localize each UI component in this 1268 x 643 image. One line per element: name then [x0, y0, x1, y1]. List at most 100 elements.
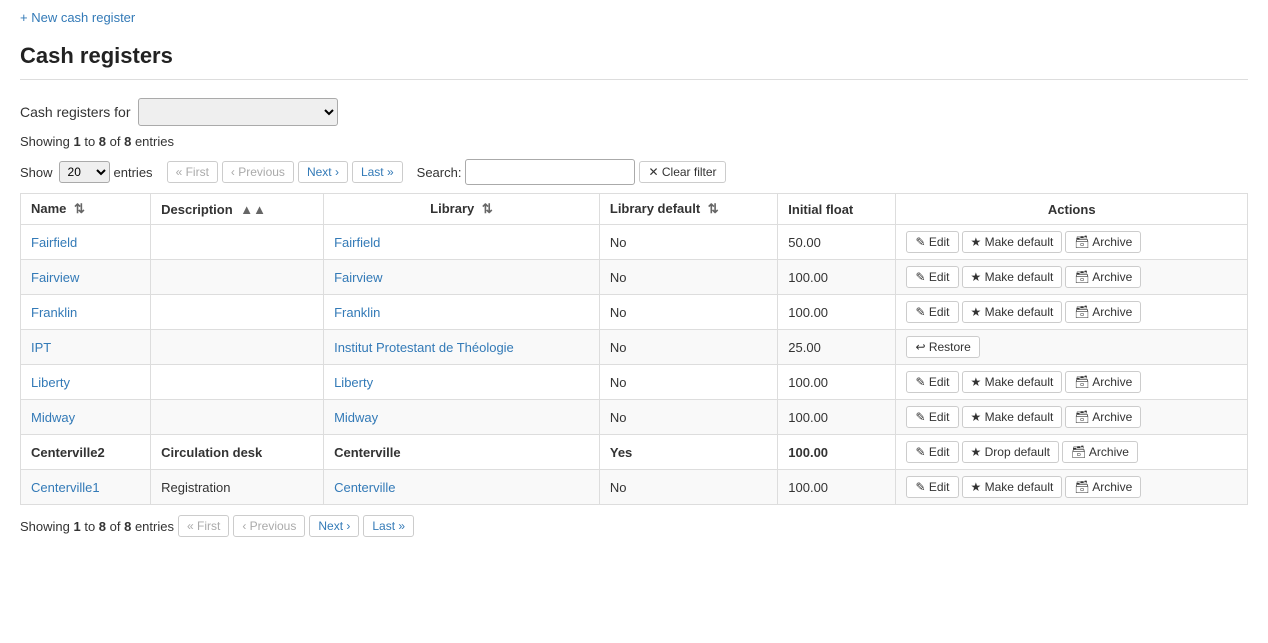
col-actions: Actions [896, 194, 1248, 225]
action-edit-button[interactable]: ✎ Edit [906, 406, 958, 428]
action-make-default-button[interactable]: ★ Make default [962, 406, 1063, 428]
action-edit-button[interactable]: ✎ Edit [906, 231, 958, 253]
library-link[interactable]: Liberty [334, 375, 373, 390]
cell-name: IPT [21, 330, 151, 365]
cell-library-default: Yes [599, 435, 777, 470]
col-name[interactable]: Name ⇅ [21, 194, 151, 225]
name-link[interactable]: Fairfield [31, 235, 77, 250]
cell-library: Fairfield [324, 225, 600, 260]
cell-library-default: No [599, 295, 777, 330]
cell-library: Centerville [324, 470, 600, 505]
library-link[interactable]: Institut Protestant de Théologie [334, 340, 514, 355]
cell-initial-float: 100.00 [778, 295, 896, 330]
bottom-previous-button[interactable]: ‹ Previous [233, 515, 305, 537]
action-make-default-button[interactable]: ★ Make default [962, 301, 1063, 323]
col-description[interactable]: Description ▲ [151, 194, 324, 225]
name-link[interactable]: IPT [31, 340, 51, 355]
action-make-default-button[interactable]: ★ Make default [962, 266, 1063, 288]
cell-library-default: No [599, 330, 777, 365]
action-archive-button[interactable]: 🗃 Archive [1062, 441, 1138, 463]
bottom-pagination-bar: Showing 1 to 8 of 8 entries « First ‹ Pr… [20, 515, 1248, 537]
cell-description [151, 330, 324, 365]
cell-initial-float: 100.00 [778, 400, 896, 435]
search-label: Search: [417, 165, 462, 180]
library-link[interactable]: Centerville [334, 480, 395, 495]
cell-name: Midway [21, 400, 151, 435]
cell-initial-float: 100.00 [778, 365, 896, 400]
table-row: MidwayMidwayNo100.00✎ Edit★ Make default… [21, 400, 1248, 435]
cell-library-default: No [599, 365, 777, 400]
cell-library: Liberty [324, 365, 600, 400]
action-edit-button[interactable]: ✎ Edit [906, 441, 958, 463]
cell-actions: ✎ Edit★ Make default🗃 Archive [896, 295, 1248, 330]
library-link[interactable]: Midway [334, 410, 378, 425]
cell-initial-float: 100.00 [778, 470, 896, 505]
action-archive-button[interactable]: 🗃 Archive [1065, 266, 1141, 288]
next-page-button[interactable]: Next › [298, 161, 348, 183]
table-row: Centerville1RegistrationCentervilleNo100… [21, 470, 1248, 505]
first-page-button[interactable]: « First [167, 161, 218, 183]
cell-initial-float: 100.00 [778, 260, 896, 295]
action-restore-button[interactable]: ↩ Restore [906, 336, 979, 358]
bottom-last-button[interactable]: Last » [363, 515, 414, 537]
table-body: FairfieldFairfieldNo50.00✎ Edit★ Make de… [21, 225, 1248, 505]
last-page-button[interactable]: Last » [352, 161, 403, 183]
cell-name: Liberty [21, 365, 151, 400]
action-archive-button[interactable]: 🗃 Archive [1065, 231, 1141, 253]
library-link[interactable]: Fairfield [334, 235, 380, 250]
cell-name: Fairview [21, 260, 151, 295]
action-edit-button[interactable]: ✎ Edit [906, 371, 958, 393]
entries-label: entries [114, 165, 153, 180]
cell-name: Fairfield [21, 225, 151, 260]
showing-bottom-text: Showing 1 to 8 of 8 entries [20, 519, 174, 534]
action-make-default-button[interactable]: ★ Make default [962, 231, 1063, 253]
cell-actions: ✎ Edit★ Drop default🗃 Archive [896, 435, 1248, 470]
col-library-default[interactable]: Library default ⇅ [599, 194, 777, 225]
search-input[interactable] [465, 159, 635, 185]
action-drop-default-button[interactable]: ★ Drop default [962, 441, 1059, 463]
cell-library-default: No [599, 260, 777, 295]
bottom-first-button[interactable]: « First [178, 515, 229, 537]
action-edit-button[interactable]: ✎ Edit [906, 476, 958, 498]
cash-registers-table: Name ⇅ Description ▲ Library ⇅ Library d… [20, 193, 1248, 505]
library-filter-select[interactable] [138, 98, 338, 126]
cell-actions: ✎ Edit★ Make default🗃 Archive [896, 365, 1248, 400]
cell-description [151, 365, 324, 400]
library-link[interactable]: Fairview [334, 270, 382, 285]
cell-initial-float: 25.00 [778, 330, 896, 365]
action-archive-button[interactable]: 🗃 Archive [1065, 301, 1141, 323]
action-archive-button[interactable]: 🗃 Archive [1065, 371, 1141, 393]
new-cash-register-link[interactable]: + New cash register [20, 10, 135, 25]
cell-library: Fairview [324, 260, 600, 295]
cell-name: Franklin [21, 295, 151, 330]
bottom-next-button[interactable]: Next › [309, 515, 359, 537]
name-link[interactable]: Midway [31, 410, 75, 425]
library-link[interactable]: Franklin [334, 305, 380, 320]
showing-top-text: Showing 1 to 8 of 8 entries [20, 134, 1248, 149]
name-link[interactable]: Fairview [31, 270, 79, 285]
table-row: IPT Institut Protestant de Théologie No25.… [21, 330, 1248, 365]
cell-description [151, 260, 324, 295]
cell-actions: ✎ Edit★ Make default🗃 Archive [896, 260, 1248, 295]
table-row: FranklinFranklinNo100.00✎ Edit★ Make def… [21, 295, 1248, 330]
action-edit-button[interactable]: ✎ Edit [906, 266, 958, 288]
previous-page-button[interactable]: ‹ Previous [222, 161, 294, 183]
action-edit-button[interactable]: ✎ Edit [906, 301, 958, 323]
show-entries-select[interactable]: 102050100 [59, 161, 110, 183]
name-link[interactable]: Centerville1 [31, 480, 100, 495]
cell-description [151, 295, 324, 330]
col-initial-float: Initial float [778, 194, 896, 225]
action-archive-button[interactable]: 🗃 Archive [1065, 476, 1141, 498]
action-archive-button[interactable]: 🗃 Archive [1065, 406, 1141, 428]
col-library[interactable]: Library ⇅ [324, 194, 600, 225]
name-link[interactable]: Liberty [31, 375, 70, 390]
filter-row: Cash registers for [20, 98, 1248, 126]
cell-actions: ↩ Restore [896, 330, 1248, 365]
clear-filter-button[interactable]: ✕ Clear filter [639, 161, 725, 183]
cell-description [151, 400, 324, 435]
action-make-default-button[interactable]: ★ Make default [962, 476, 1063, 498]
name-link[interactable]: Franklin [31, 305, 77, 320]
table-row: Centerville2Circulation deskCentervilleY… [21, 435, 1248, 470]
action-make-default-button[interactable]: ★ Make default [962, 371, 1063, 393]
cell-description: Registration [151, 470, 324, 505]
